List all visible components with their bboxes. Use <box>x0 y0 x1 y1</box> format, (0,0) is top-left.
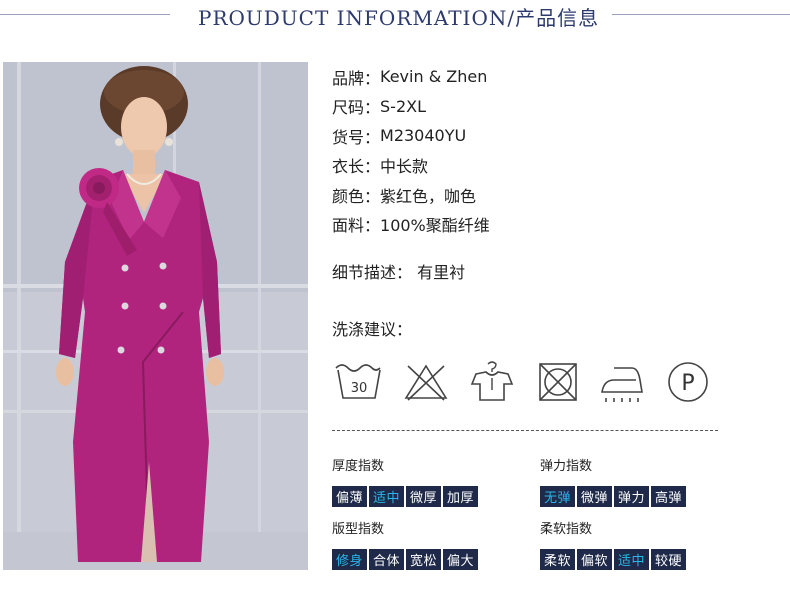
index-label: 弹力指数 <box>540 459 593 474</box>
info-key: 面料： <box>332 216 381 236</box>
iron-icon <box>598 360 646 404</box>
info-row-length: 衣长： 中长款 <box>332 151 752 181</box>
info-row-size: 尺码： S-2XL <box>332 92 752 122</box>
index-label: 版型指数 <box>332 522 385 537</box>
section-header: PROUDUCT INFORMATION/产品信息 <box>0 0 790 36</box>
info-row-sku: 货号： M23040YU <box>332 121 752 151</box>
product-photo <box>3 62 308 570</box>
detail-key: 细节描述： <box>332 263 413 282</box>
option-stretch: 弹力 <box>614 486 650 507</box>
option-slightly-soft: 偏软 <box>577 549 613 570</box>
option-slight-stretch: 微弹 <box>577 486 613 507</box>
option-medium: 适中 <box>369 486 405 507</box>
option-firm: 较硬 <box>651 549 687 570</box>
svg-text:30: 30 <box>351 381 368 396</box>
divider <box>332 430 718 431</box>
wash-30-icon: 30 <box>334 360 382 404</box>
info-row-brand: 品牌： Kevin & Zhen <box>332 62 752 92</box>
index-options: 无弹 微弹 弹力 高弹 <box>540 486 688 507</box>
thickness-index: 厚度指数 偏薄 适中 微厚 加厚 <box>332 455 480 507</box>
info-value: Kevin & Zhen <box>380 67 488 87</box>
care-icons: 30 P <box>334 360 714 408</box>
dry-clean-p-icon: P <box>664 360 712 404</box>
info-row-fabric: 面料： 100%聚酯纤维 <box>332 210 752 240</box>
section-title: PROUDUCT INFORMATION/产品信息 <box>198 6 600 30</box>
index-options: 柔软 偏软 适中 较硬 <box>540 549 688 570</box>
info-key: 尺码： <box>332 98 381 118</box>
fit-index: 版型指数 修身 合体 宽松 偏大 <box>332 518 480 570</box>
option-thin: 偏薄 <box>332 486 368 507</box>
option-soft: 柔软 <box>540 549 576 570</box>
info-value: M23040YU <box>380 126 467 146</box>
option-no-stretch: 无弹 <box>540 486 576 507</box>
index-options: 修身 合体 宽松 偏大 <box>332 549 480 570</box>
info-value: 中长款 <box>380 157 429 177</box>
info-value: 100%聚酯纤维 <box>380 216 490 236</box>
option-regular: 合体 <box>369 549 405 570</box>
elasticity-index: 弹力指数 无弹 微弹 弹力 高弹 <box>540 455 688 507</box>
option-high-stretch: 高弹 <box>651 486 687 507</box>
info-row-color: 颜色： 紫红色，咖色 <box>332 180 752 210</box>
hang-dry-icon <box>468 360 516 404</box>
info-key: 品牌： <box>332 68 381 88</box>
info-value: 紫红色，咖色 <box>380 186 477 206</box>
do-not-bleach-icon <box>402 360 450 404</box>
index-label: 厚度指数 <box>332 459 385 474</box>
option-oversized: 偏大 <box>443 549 479 570</box>
info-key: 货号： <box>332 127 381 147</box>
option-slightly-thick: 微厚 <box>406 486 442 507</box>
detail-value: 有里衬 <box>417 263 466 282</box>
care-title: 洗涤建议： <box>332 320 413 339</box>
header-rule-left <box>0 14 170 15</box>
product-info-list: 品牌： Kevin & Zhen 尺码： S-2XL 货号： M23040YU … <box>332 62 752 239</box>
info-value: S-2XL <box>380 96 426 116</box>
info-key: 颜色： <box>332 186 381 206</box>
detail-description: 细节描述： 有里衬 <box>332 259 465 283</box>
index-options: 偏薄 适中 微厚 加厚 <box>332 486 480 507</box>
option-moderate: 适中 <box>614 549 650 570</box>
option-loose: 宽松 <box>406 549 442 570</box>
option-slim: 修身 <box>332 549 368 570</box>
info-key: 衣长： <box>332 157 381 177</box>
svg-text:P: P <box>681 371 694 396</box>
option-thick: 加厚 <box>443 486 479 507</box>
header-rule-right <box>612 14 790 15</box>
do-not-tumble-dry-icon <box>534 360 582 404</box>
index-label: 柔软指数 <box>540 522 593 537</box>
softness-index: 柔软指数 柔软 偏软 适中 较硬 <box>540 518 688 570</box>
